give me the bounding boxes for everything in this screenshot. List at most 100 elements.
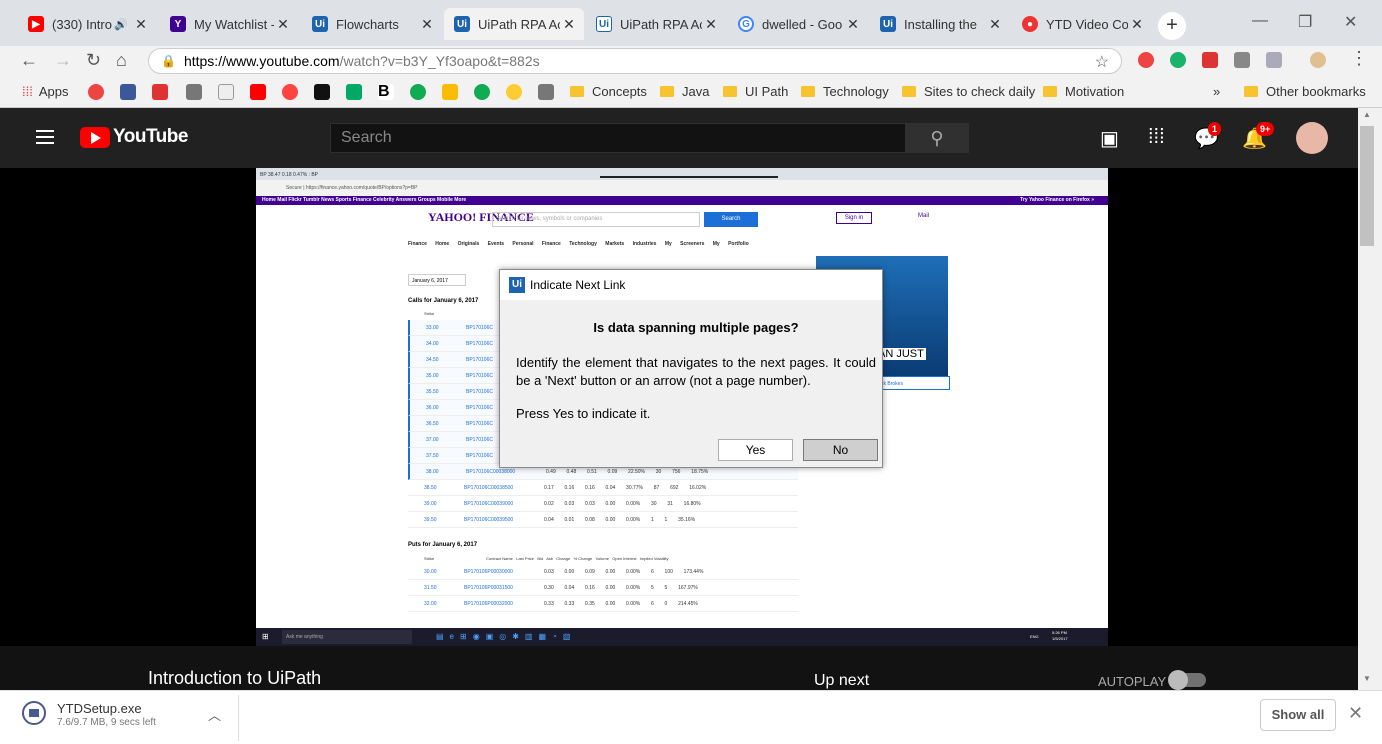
- contract-link[interactable]: BP170106P00031500: [464, 585, 513, 591]
- quora-icon[interactable]: [282, 84, 298, 100]
- strike-cell[interactable]: 30.00: [424, 569, 437, 575]
- create-video-icon[interactable]: ▣: [1100, 126, 1119, 151]
- close-icon[interactable]: ✕: [1348, 703, 1363, 724]
- avatar[interactable]: [1296, 122, 1328, 154]
- strike-cell[interactable]: 38.50: [424, 485, 437, 491]
- youtube-logo[interactable]: YouTube: [80, 126, 188, 148]
- bookmark-folder-technology[interactable]: Technology: [801, 84, 889, 99]
- youtube-search-input[interactable]: Search: [330, 123, 906, 153]
- contract-link[interactable]: BP170106C00039000: [464, 501, 513, 507]
- strike-cell[interactable]: 35.50: [426, 389, 439, 395]
- menu-dots-icon[interactable]: ⋮: [1350, 48, 1368, 69]
- hangouts-icon[interactable]: [410, 84, 426, 100]
- google-plus-icon[interactable]: [88, 84, 104, 100]
- contract-link[interactable]: BP170106C: [466, 453, 493, 459]
- qr-icon[interactable]: [538, 84, 554, 100]
- close-icon[interactable]: ✕: [986, 16, 1004, 33]
- video-player[interactable]: BP 38.47 0.18 0.47% : BP Secure | https:…: [0, 168, 1358, 646]
- close-icon[interactable]: ✕: [560, 16, 578, 33]
- tab-ytd[interactable]: ● YTD Video Co ✕: [1012, 10, 1152, 38]
- bookmark-apps[interactable]: ⁞⁞⁞ Apps: [22, 84, 68, 99]
- doc-icon[interactable]: [218, 84, 234, 100]
- reload-icon[interactable]: ↻: [86, 50, 101, 71]
- extension-icon[interactable]: [1170, 52, 1186, 68]
- contract-link[interactable]: BP170106C00039500: [464, 517, 513, 523]
- audio-icon[interactable]: 🔊: [114, 18, 128, 31]
- bookmark-folder-sites[interactable]: Sites to check daily: [902, 84, 1035, 99]
- home-icon[interactable]: ⌂: [116, 50, 127, 71]
- scroll-down-icon[interactable]: ▼: [1363, 674, 1371, 683]
- strike-cell[interactable]: 37.50: [426, 453, 439, 459]
- close-icon[interactable]: ✕: [702, 16, 720, 33]
- extension-icon[interactable]: [1202, 52, 1218, 68]
- tab-installing[interactable]: Ui Installing the ✕: [870, 10, 1010, 38]
- new-tab-button[interactable]: +: [1158, 12, 1186, 40]
- strike-cell[interactable]: 31.50: [424, 585, 437, 591]
- strike-cell[interactable]: 34.00: [426, 341, 439, 347]
- tab-youtube[interactable]: ▶ (330) Intro 🔊 ✕: [18, 10, 156, 38]
- bookmark-folder-motivation[interactable]: Motivation: [1043, 84, 1124, 99]
- restore-icon[interactable]: ❐: [1298, 12, 1312, 32]
- youtube-search-button[interactable]: ⚲: [905, 123, 969, 153]
- b-icon[interactable]: B: [378, 84, 394, 100]
- drive-icon[interactable]: [1234, 52, 1250, 68]
- close-icon[interactable]: ✕: [1128, 16, 1146, 33]
- chevron-up-icon[interactable]: ︿: [208, 705, 221, 724]
- contract-link[interactable]: BP170106P00030000: [464, 569, 513, 575]
- contract-link[interactable]: BP170106C: [466, 389, 493, 395]
- hamburger-menu-icon[interactable]: [36, 130, 54, 144]
- contract-link[interactable]: BP170106C: [466, 341, 493, 347]
- close-icon[interactable]: ✕: [274, 16, 292, 33]
- download-filename[interactable]: YTDSetup.exe: [57, 701, 142, 716]
- show-all-button[interactable]: Show all: [1260, 699, 1336, 731]
- contract-link[interactable]: BP170106C: [466, 373, 493, 379]
- close-icon[interactable]: ✕: [418, 16, 436, 33]
- back-icon[interactable]: ←: [20, 50, 38, 71]
- tab-flowcharts[interactable]: Ui Flowcharts ✕: [302, 10, 442, 38]
- uipath-extension-icon[interactable]: [1266, 52, 1282, 68]
- contract-link[interactable]: BP170106C00038000: [466, 469, 515, 475]
- youtube-icon[interactable]: [250, 84, 266, 100]
- minimize-icon[interactable]: —: [1252, 12, 1268, 30]
- address-bar[interactable]: 🔒 https://www.youtube.com/watch?v=b3Y_Yf…: [148, 48, 1122, 74]
- strike-cell[interactable]: 39.50: [424, 517, 437, 523]
- tab-uipath-rpa-2[interactable]: Ui UiPath RPA Ac ✕: [586, 10, 726, 38]
- forward-icon[interactable]: →: [54, 50, 72, 71]
- contract-link[interactable]: BP170106C: [466, 357, 493, 363]
- apps-grid-icon[interactable]: ⁞⁞⁞: [1148, 126, 1165, 149]
- scroll-up-icon[interactable]: ▲: [1363, 110, 1371, 119]
- close-icon[interactable]: ✕: [844, 16, 862, 33]
- strike-cell[interactable]: 37.00: [426, 437, 439, 443]
- yes-button[interactable]: Yes: [718, 439, 793, 461]
- strike-cell[interactable]: 36.00: [426, 405, 439, 411]
- tab-uipath-rpa-1[interactable]: Ui UiPath RPA Ac ✕: [444, 8, 584, 40]
- strike-cell[interactable]: 38.00: [426, 469, 439, 475]
- autoplay-toggle[interactable]: [1168, 670, 1206, 690]
- h-icon[interactable]: [474, 84, 490, 100]
- strike-cell[interactable]: 32.00: [424, 601, 437, 607]
- contract-link[interactable]: BP170106C: [466, 405, 493, 411]
- page-scrollbar[interactable]: ▲ ▼: [1358, 108, 1382, 690]
- emoji-icon[interactable]: [506, 84, 522, 100]
- profile-icon[interactable]: [1310, 52, 1326, 68]
- strike-cell[interactable]: 33.00: [426, 325, 439, 331]
- tab-watchlist[interactable]: Y My Watchlist - ✕: [160, 10, 298, 38]
- strike-cell[interactable]: 35.00: [426, 373, 439, 379]
- installer-file-icon[interactable]: [22, 701, 46, 725]
- strike-cell[interactable]: 39.00: [424, 501, 437, 507]
- gmail-icon[interactable]: [152, 84, 168, 100]
- tc-icon[interactable]: [346, 84, 362, 100]
- strike-cell[interactable]: 36.50: [426, 421, 439, 427]
- no-button[interactable]: No: [803, 439, 878, 461]
- extension-icon[interactable]: [1138, 52, 1154, 68]
- facebook-icon[interactable]: [120, 84, 136, 100]
- contract-link[interactable]: BP170106C: [466, 325, 493, 331]
- strike-cell[interactable]: 34.50: [426, 357, 439, 363]
- bookmark-folder-uipath[interactable]: UI Path: [723, 84, 788, 99]
- contract-link[interactable]: BP170106C00038500: [464, 485, 513, 491]
- window-close-icon[interactable]: ✕: [1344, 12, 1357, 32]
- bookmarks-overflow[interactable]: »: [1213, 84, 1220, 99]
- contract-link[interactable]: BP170106P00032000: [464, 601, 513, 607]
- bookmark-folder-other[interactable]: Other bookmarks: [1244, 84, 1366, 99]
- scrollbar-thumb[interactable]: [1360, 126, 1374, 246]
